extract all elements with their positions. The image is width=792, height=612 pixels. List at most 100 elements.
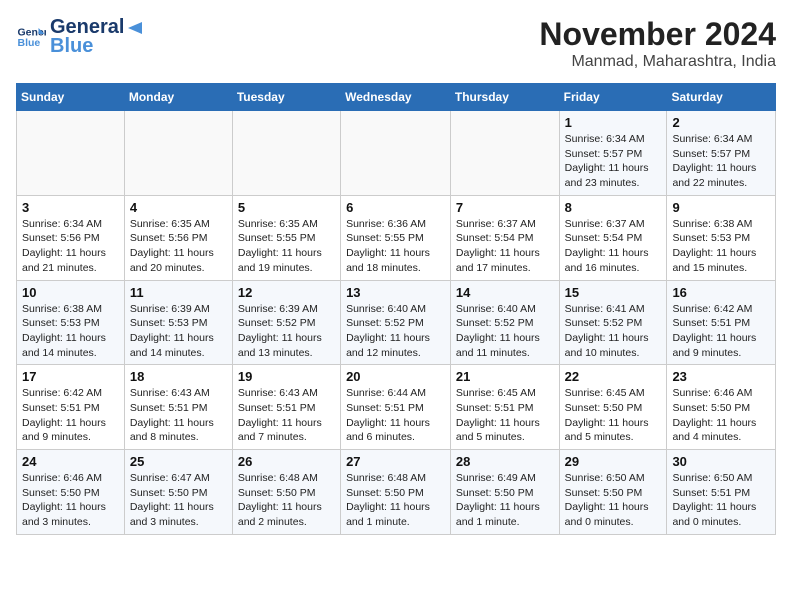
calendar-cell — [124, 111, 232, 196]
day-info: Sunrise: 6:38 AMSunset: 5:53 PMDaylight:… — [22, 302, 119, 361]
calendar-cell: 6Sunrise: 6:36 AMSunset: 5:55 PMDaylight… — [341, 195, 451, 280]
calendar-cell — [232, 111, 340, 196]
day-number: 25 — [130, 454, 227, 469]
calendar-cell: 5Sunrise: 6:35 AMSunset: 5:55 PMDaylight… — [232, 195, 340, 280]
calendar-cell: 16 Sunrise: 6:42 AMSunset: 5:51 PMDayligh… — [667, 280, 776, 365]
title-section: November 2024 Manmad, Maharashtra, India — [539, 16, 776, 71]
day-info: Sunrise: 6:37 AMSunset: 5:54 PMDaylight:… — [565, 217, 662, 276]
day-number: 8 — [565, 200, 662, 215]
day-number: 29 — [565, 454, 662, 469]
calendar-cell: 26 Sunrise: 6:48 AMSunset: 5:50 PMDayligh… — [232, 450, 340, 535]
day-number: 3 — [22, 200, 119, 215]
day-info: Sunrise: 6:42 AMSunset: 5:51 PMDaylight:… — [22, 386, 119, 445]
column-header-saturday: Saturday — [667, 84, 776, 111]
day-info: Sunrise: 6:50 AMSunset: 5:50 PMDaylight:… — [565, 471, 662, 530]
day-number: 21 — [456, 369, 554, 384]
day-info: Sunrise: 6:39 AMSunset: 5:53 PMDaylight:… — [130, 302, 227, 361]
month-title: November 2024 — [539, 16, 776, 53]
calendar-cell: 18 Sunrise: 6:43 AMSunset: 5:51 PMDayligh… — [124, 365, 232, 450]
calendar-cell: 12 Sunrise: 6:39 AMSunset: 5:52 PMDayligh… — [232, 280, 340, 365]
logo-wing-icon — [124, 20, 146, 36]
calendar-cell: 8 Sunrise: 6:37 AMSunset: 5:54 PMDaylight… — [559, 195, 667, 280]
logo: General Blue General Blue — [16, 16, 146, 58]
day-number: 14 — [456, 285, 554, 300]
day-info: Sunrise: 6:41 AMSunset: 5:52 PMDaylight:… — [565, 302, 662, 361]
calendar-cell: 25 Sunrise: 6:47 AMSunset: 5:50 PMDayligh… — [124, 450, 232, 535]
location-subtitle: Manmad, Maharashtra, India — [539, 53, 776, 71]
day-info: Sunrise: 6:40 AMSunset: 5:52 PMDaylight:… — [456, 302, 554, 361]
day-info: Sunrise: 6:49 AMSunset: 5:50 PMDaylight:… — [456, 471, 554, 530]
day-info: Sunrise: 6:35 AMSunset: 5:56 PMDaylight:… — [130, 217, 227, 276]
calendar-week-row: 24Sunrise: 6:46 AMSunset: 5:50 PMDayligh… — [17, 450, 776, 535]
day-number: 15 — [565, 285, 662, 300]
calendar-cell: 17 Sunrise: 6:42 AMSunset: 5:51 PMDayligh… — [17, 365, 125, 450]
day-number: 18 — [130, 369, 227, 384]
day-info: Sunrise: 6:34 AMSunset: 5:57 PMDaylight:… — [565, 132, 662, 191]
day-number: 2 — [672, 115, 770, 130]
calendar-cell — [17, 111, 125, 196]
day-info: Sunrise: 6:45 AMSunset: 5:50 PMDaylight:… — [565, 386, 662, 445]
day-number: 17 — [22, 369, 119, 384]
day-number: 26 — [238, 454, 335, 469]
calendar-cell: 11 Sunrise: 6:39 AMSunset: 5:53 PMDayligh… — [124, 280, 232, 365]
svg-text:Blue: Blue — [18, 37, 41, 49]
column-header-friday: Friday — [559, 84, 667, 111]
logo-icon: General Blue — [16, 22, 46, 52]
calendar-cell: 22 Sunrise: 6:45 AMSunset: 5:50 PMDayligh… — [559, 365, 667, 450]
calendar-cell: 9 Sunrise: 6:38 AMSunset: 5:53 PMDaylight… — [667, 195, 776, 280]
calendar-cell: 23 Sunrise: 6:46 AMSunset: 5:50 PMDayligh… — [667, 365, 776, 450]
day-number: 6 — [346, 200, 445, 215]
day-number: 23 — [672, 369, 770, 384]
calendar-table: SundayMondayTuesdayWednesdayThursdayFrid… — [16, 83, 776, 535]
day-number: 16 — [672, 285, 770, 300]
column-header-sunday: Sunday — [17, 84, 125, 111]
day-info: Sunrise: 6:43 AMSunset: 5:51 PMDaylight:… — [130, 386, 227, 445]
day-number: 11 — [130, 285, 227, 300]
day-number: 22 — [565, 369, 662, 384]
calendar-week-row: 17 Sunrise: 6:42 AMSunset: 5:51 PMDayligh… — [17, 365, 776, 450]
day-number: 28 — [456, 454, 554, 469]
day-info: Sunrise: 6:42 AMSunset: 5:51 PMDaylight:… — [672, 302, 770, 361]
calendar-cell: 1 Sunrise: 6:34 AMSunset: 5:57 PMDaylight… — [559, 111, 667, 196]
day-info: Sunrise: 6:35 AMSunset: 5:55 PMDaylight:… — [238, 217, 335, 276]
day-info: Sunrise: 6:39 AMSunset: 5:52 PMDaylight:… — [238, 302, 335, 361]
day-number: 12 — [238, 285, 335, 300]
day-number: 4 — [130, 200, 227, 215]
calendar-cell: 13 Sunrise: 6:40 AMSunset: 5:52 PMDayligh… — [341, 280, 451, 365]
day-info: Sunrise: 6:38 AMSunset: 5:53 PMDaylight:… — [672, 217, 770, 276]
calendar-cell: 7Sunrise: 6:37 AMSunset: 5:54 PMDaylight… — [450, 195, 559, 280]
day-info: Sunrise: 6:40 AMSunset: 5:52 PMDaylight:… — [346, 302, 445, 361]
calendar-cell — [450, 111, 559, 196]
calendar-cell: 30Sunrise: 6:50 AMSunset: 5:51 PMDayligh… — [667, 450, 776, 535]
day-number: 13 — [346, 285, 445, 300]
calendar-cell: 15 Sunrise: 6:41 AMSunset: 5:52 PMDayligh… — [559, 280, 667, 365]
calendar-cell: 27Sunrise: 6:48 AMSunset: 5:50 PMDayligh… — [341, 450, 451, 535]
day-number: 7 — [456, 200, 554, 215]
calendar-week-row: 1 Sunrise: 6:34 AMSunset: 5:57 PMDaylight… — [17, 111, 776, 196]
day-info: Sunrise: 6:46 AMSunset: 5:50 PMDaylight:… — [672, 386, 770, 445]
calendar-cell: 28 Sunrise: 6:49 AMSunset: 5:50 PMDayligh… — [450, 450, 559, 535]
day-number: 9 — [672, 200, 770, 215]
day-number: 10 — [22, 285, 119, 300]
day-info: Sunrise: 6:34 AMSunset: 5:56 PMDaylight:… — [22, 217, 119, 276]
day-number: 1 — [565, 115, 662, 130]
day-number: 30 — [672, 454, 770, 469]
page-header: General Blue General Blue November 2024 … — [16, 16, 776, 71]
calendar-cell — [341, 111, 451, 196]
calendar-week-row: 10 Sunrise: 6:38 AMSunset: 5:53 PMDayligh… — [17, 280, 776, 365]
day-info: Sunrise: 6:44 AMSunset: 5:51 PMDaylight:… — [346, 386, 445, 445]
calendar-cell: 14 Sunrise: 6:40 AMSunset: 5:52 PMDayligh… — [450, 280, 559, 365]
column-header-monday: Monday — [124, 84, 232, 111]
calendar-cell: 2Sunrise: 6:34 AMSunset: 5:57 PMDaylight… — [667, 111, 776, 196]
calendar-cell: 24Sunrise: 6:46 AMSunset: 5:50 PMDayligh… — [17, 450, 125, 535]
day-info: Sunrise: 6:48 AMSunset: 5:50 PMDaylight:… — [346, 471, 445, 530]
calendar-cell: 4 Sunrise: 6:35 AMSunset: 5:56 PMDaylight… — [124, 195, 232, 280]
day-info: Sunrise: 6:46 AMSunset: 5:50 PMDaylight:… — [22, 471, 119, 530]
day-info: Sunrise: 6:43 AMSunset: 5:51 PMDaylight:… — [238, 386, 335, 445]
calendar-cell: 10 Sunrise: 6:38 AMSunset: 5:53 PMDayligh… — [17, 280, 125, 365]
calendar-cell: 21Sunrise: 6:45 AMSunset: 5:51 PMDayligh… — [450, 365, 559, 450]
calendar-cell: 19Sunrise: 6:43 AMSunset: 5:51 PMDayligh… — [232, 365, 340, 450]
day-info: Sunrise: 6:48 AMSunset: 5:50 PMDaylight:… — [238, 471, 335, 530]
calendar-header-row: SundayMondayTuesdayWednesdayThursdayFrid… — [17, 84, 776, 111]
day-info: Sunrise: 6:47 AMSunset: 5:50 PMDaylight:… — [130, 471, 227, 530]
